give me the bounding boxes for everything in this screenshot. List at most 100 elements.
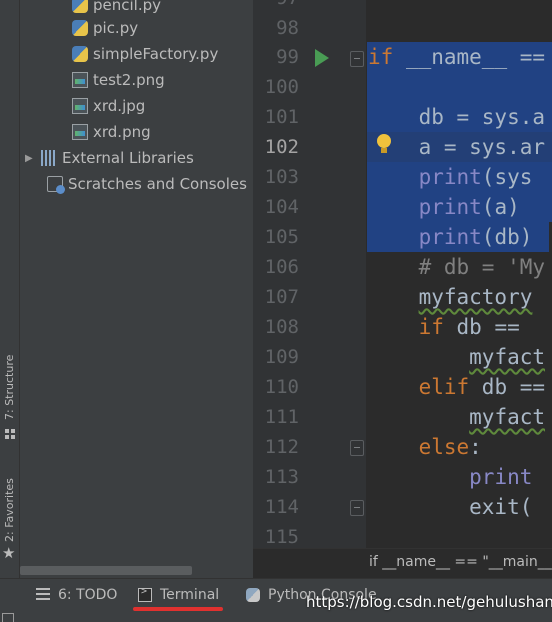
code-text: myfact [469,405,546,429]
breadcrumb-text[interactable]: if __name__ == "__main__ [369,554,552,570]
code-line: 107 myfactory [253,282,552,312]
line-number: 105 [264,226,299,248]
python-file-icon [72,46,88,62]
code-line: 106 # db = 'My [253,252,552,282]
line-number: 109 [264,346,299,368]
tree-item-test2-png[interactable]: test2.png [72,67,165,93]
code-text: myfactory [418,285,533,309]
code-editor[interactable]: 97 98 99 if __name__ == 100 101 db = sys… [253,0,552,548]
line-number: 110 [264,376,299,398]
code-text: print(sys [418,165,533,189]
tool-window-toggle-icon[interactable] [2,613,14,622]
tree-item-xrd-png[interactable]: xrd.png [72,119,151,145]
line-number: 114 [264,496,299,518]
code-text: if db == [418,315,520,339]
todo-tab-label: 6: TODO [58,587,118,603]
line-number: 99 [276,46,299,68]
favorites-tool-tab[interactable]: 2: Favorites ★ [0,468,20,568]
code-line: 109 myfact [253,342,552,372]
code-text: print(db) [418,225,533,249]
structure-icon [5,429,15,439]
code-text: db = sys.a [368,105,546,129]
tree-item-external-libraries[interactable]: ▶ External Libraries [25,145,194,171]
tree-item-label: xrd.png [93,123,151,141]
code-line: 105 print(db) [253,222,552,252]
horizontal-scrollbar[interactable] [20,566,192,575]
code-line: 100 [253,72,552,102]
line-number: 106 [264,256,299,278]
structure-tab-label: 7: Structure [3,354,16,420]
terminal-tab-label: Terminal [160,587,220,603]
tree-item-scratches[interactable]: Scratches and Consoles [47,171,247,197]
code-line: 112 else: [253,432,552,462]
left-tool-strip: 7: Structure 2: Favorites ★ [0,0,20,578]
code-line: 98 [253,13,552,43]
code-line: 114 exit( [253,492,552,522]
line-number: 101 [264,106,299,128]
python-console-icon [246,588,260,602]
tree-item-label: Scratches and Consoles [68,175,247,193]
todo-tool-tab[interactable]: 6: TODO [36,585,117,605]
line-number: 107 [264,286,299,308]
tree-item-label: simpleFactory.py [93,45,219,63]
image-file-icon [72,98,88,114]
code-line: 101 db = sys.a [253,102,552,132]
code-text: myfact [469,345,546,369]
line-number: 98 [276,17,299,39]
code-text: elif db == [418,375,546,399]
line-number: 113 [264,466,299,488]
star-icon: ★ [2,544,16,562]
line-number: 103 [264,166,299,188]
favorites-tab-label: 2: Favorites [3,478,16,542]
line-number: 100 [264,76,299,98]
tree-item-simplefactory-py[interactable]: simpleFactory.py [72,41,218,67]
line-number: 112 [264,436,299,458]
line-number: 115 [264,526,299,548]
terminal-highlight-underline [133,607,223,611]
tree-item-label: pic.py [93,19,139,37]
tree-item-pic-py[interactable]: pic.py [72,15,138,41]
line-number: 111 [264,406,299,428]
line-number: 97 [253,0,299,13]
code-text: a = sys.ar [368,135,546,159]
line-number: 102 [264,136,299,158]
image-file-icon [72,124,88,140]
tree-item-xrd-jpg[interactable]: xrd.jpg [72,93,145,119]
code-text: # db = 'My [368,255,546,279]
watermark: https://blog.csdn.net/gehulushang [306,593,552,611]
tree-item-label: External Libraries [62,149,194,167]
code-line: 110 elif db == [253,372,552,402]
tree-item-label: pencil.py [93,0,162,14]
code-line: 102 a = sys.ar [253,132,552,162]
terminal-tool-tab[interactable]: Terminal [138,585,219,605]
code-line: 108 if db == [253,312,552,342]
python-file-icon [72,20,88,36]
structure-tool-tab[interactable]: 7: Structure [0,340,20,440]
code-line: 97 [253,0,552,13]
code-text: print(a) [418,195,520,219]
code-line: 104 print(a) [253,192,552,222]
code-line: 111 myfact [253,402,552,432]
terminal-icon [138,586,152,602]
todo-list-icon [36,588,50,602]
bottom-tool-bar: 6: TODO Terminal Python Console https://… [0,578,552,622]
image-file-icon [72,72,88,88]
line-number: 108 [264,316,299,338]
tree-item-label: xrd.jpg [93,97,146,115]
code-text: exit( [368,495,533,519]
code-line: 113 print [253,462,552,492]
library-icon [41,150,57,166]
scratches-icon [47,176,65,194]
expand-arrow-icon[interactable]: ▶ [25,153,35,164]
project-panel: pencil.py pic.py simpleFactory.py test2.… [20,0,253,578]
python-file-icon [72,0,88,13]
tree-item-label: test2.png [93,71,165,89]
code-text: if __name__ == [368,45,546,69]
line-number: 104 [264,196,299,218]
breadcrumb[interactable]: if __name__ == "__main__ [253,548,552,578]
code-line: 99 if __name__ == [253,42,552,72]
code-line: 115 [253,522,552,548]
code-text: print [469,465,533,489]
code-line: 103 print(sys [253,162,552,192]
code-text: else: [418,435,482,459]
